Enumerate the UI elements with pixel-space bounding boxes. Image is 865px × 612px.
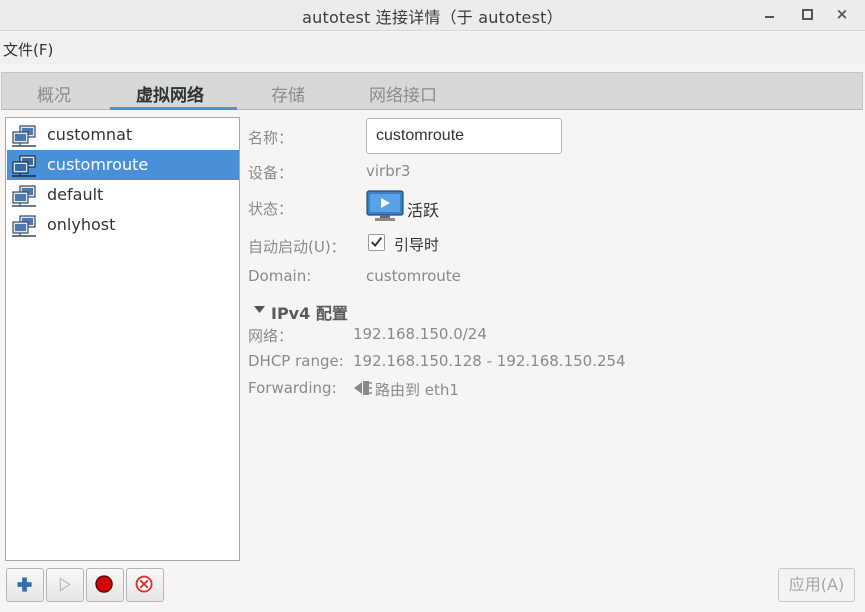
delete-network-button[interactable] [126, 568, 164, 602]
network-icon [12, 155, 36, 177]
domain-label: Domain: [248, 267, 312, 285]
add-network-button[interactable] [6, 568, 44, 602]
ipv4-section-title: IPv4 配置 [271, 304, 348, 323]
dhcp-range-value: 192.168.150.128 - 192.168.150.254 [353, 352, 626, 370]
network-icon [12, 215, 36, 237]
network-name-field[interactable] [366, 118, 562, 154]
network-item-label: customroute [47, 155, 149, 174]
expander-down-icon[interactable] [254, 306, 265, 314]
name-label: 名称： [248, 129, 294, 147]
active-tab-indicator [110, 107, 237, 110]
autostart-label: 自动启动(U)： [248, 238, 346, 256]
stop-network-button[interactable] [86, 568, 124, 602]
apply-button[interactable]: 应用(A) [778, 568, 855, 602]
tab-network-interfaces[interactable]: 网络接口 [369, 81, 437, 106]
tab-overview[interactable]: 概况 [37, 81, 71, 106]
domain-value: customroute [366, 267, 461, 285]
menubar: 文件(F) [0, 32, 865, 64]
network-item-customnat[interactable]: customnat [7, 120, 239, 150]
autostart-value: 引导时 [394, 236, 440, 254]
state-value: 活跃 [407, 201, 440, 220]
network-item-default[interactable]: default [7, 180, 239, 210]
delete-icon [135, 575, 153, 593]
tab-bar: 概况 虚拟网络 存储 网络接口 [1, 72, 863, 110]
network-item-onlyhost[interactable]: onlyhost [7, 210, 239, 240]
maximize-button[interactable] [797, 5, 817, 23]
tab-virtual-networks[interactable]: 虚拟网络 [136, 81, 204, 106]
stop-record-icon [95, 575, 113, 593]
state-label: 状态： [248, 200, 294, 218]
network-item-label: onlyhost [47, 215, 116, 234]
network-list[interactable]: customnat customroute default onlyhost [5, 117, 240, 561]
window-title: autotest 连接详情（于 autotest） [302, 8, 563, 27]
start-network-button[interactable] [46, 568, 84, 602]
forwarding-label: Forwarding: [248, 379, 337, 397]
title-bar: autotest 连接详情（于 autotest） × [0, 0, 865, 31]
network-icon [12, 125, 36, 147]
close-button[interactable]: × [832, 5, 852, 23]
network-item-label: customnat [47, 125, 133, 144]
checkmark-icon [370, 237, 383, 248]
tab-storage[interactable]: 存储 [271, 81, 305, 106]
network-item-customroute[interactable]: customroute [7, 150, 239, 180]
plus-icon [17, 577, 32, 592]
state-active-icon [366, 190, 404, 221]
network-item-label: default [47, 185, 104, 204]
device-label: 设备： [248, 164, 294, 182]
ipv4-network-label: 网络： [248, 327, 294, 345]
menu-file[interactable]: 文件(F) [3, 39, 53, 60]
ipv4-network-value: 192.168.150.0/24 [353, 325, 487, 343]
minimize-button[interactable] [760, 5, 780, 23]
forwarding-value: 路由到 eth1 [375, 381, 459, 399]
play-icon [59, 577, 71, 592]
dhcp-range-label: DHCP range: [248, 352, 344, 370]
autostart-checkbox[interactable] [368, 234, 385, 251]
network-icon [12, 185, 36, 207]
routing-icon [354, 381, 372, 395]
device-value: virbr3 [366, 162, 411, 180]
